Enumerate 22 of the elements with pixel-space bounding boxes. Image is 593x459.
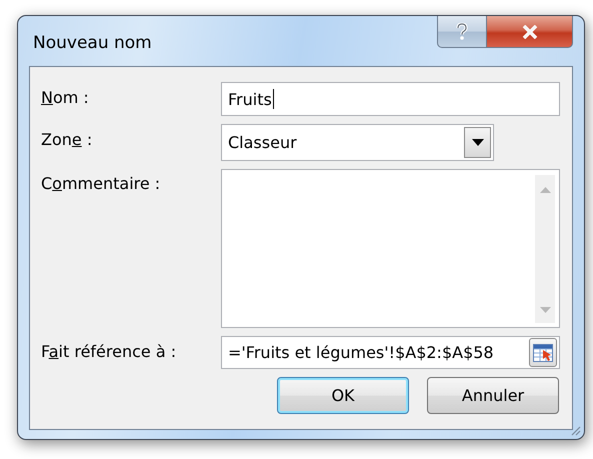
cancel-button[interactable]: Annuler: [427, 377, 559, 414]
field-label: Nom :: [41, 88, 90, 107]
resize-grip-icon[interactable]: [570, 425, 581, 436]
close-button[interactable]: [487, 16, 573, 48]
field-label: Commentaire :: [41, 174, 162, 193]
name-field[interactable]: Fruits: [221, 82, 560, 116]
close-icon: [522, 24, 538, 38]
scope-dropdown[interactable]: Classeur: [221, 124, 494, 161]
collapse-dialog-button[interactable]: [529, 338, 557, 367]
ok-button[interactable]: OK: [277, 377, 409, 414]
comment-field[interactable]: [221, 169, 560, 328]
help-button[interactable]: [437, 16, 487, 48]
window-title: Nouveau nom: [33, 33, 152, 53]
sheet-range-icon: [533, 344, 553, 362]
help-icon: [456, 23, 468, 40]
reference-field[interactable]: ='Fruits et légumes'!$A$2:$A$58: [221, 336, 560, 369]
dropdown-arrow-icon: [472, 139, 484, 146]
field-value: ='Fruits et légumes'!$A$2:$A$58: [227, 343, 494, 362]
field-label: Zone :: [41, 130, 94, 149]
field-label: Fait référence à :: [41, 342, 178, 361]
field-value: Fruits: [227, 90, 272, 108]
field-value: Classeur: [227, 133, 297, 152]
